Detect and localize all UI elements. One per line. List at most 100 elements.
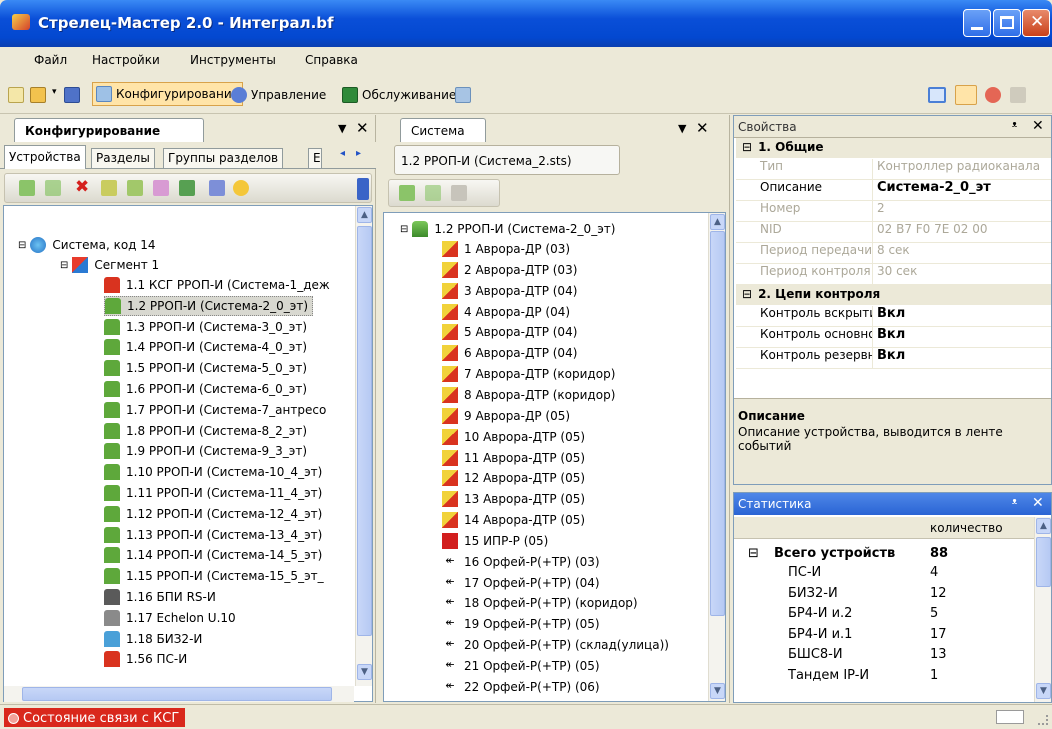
- property-row[interactable]: NID 02 B7 F0 7E 02 00: [736, 222, 1051, 243]
- expander-icon[interactable]: ⊟: [400, 224, 408, 235]
- system-vscroll[interactable]: ▲ ▼: [708, 213, 725, 701]
- sensor-item[interactable]: ↞ 22 Орфей-Р(+ТР) (06): [442, 677, 600, 697]
- add-child-icon[interactable]: [425, 185, 441, 201]
- scroll-thumb[interactable]: [710, 231, 725, 616]
- sensor-item[interactable]: ↞ 19 Орфей-Р(+ТР) (05): [442, 614, 600, 634]
- device-item[interactable]: 1.10 РРОП-И (Система-10_4_эт): [104, 462, 322, 482]
- menu-tools[interactable]: Инструменты: [190, 53, 276, 67]
- tab-devices[interactable]: Устройства: [4, 145, 86, 169]
- sensor-item[interactable]: 3 Аврора-ДТР (04): [442, 281, 577, 301]
- device-item[interactable]: 1.9 РРОП-И (Система-9_3_эт): [104, 441, 307, 461]
- scroll-down-button[interactable]: ▼: [1036, 683, 1051, 699]
- device-item[interactable]: 1.15 РРОП-И (Система-15_5_эт_: [104, 566, 324, 586]
- tree-segment[interactable]: ⊟ Сегмент 1: [60, 255, 159, 275]
- device-item[interactable]: 1.3 РРОП-И (Система-3_0_эт): [104, 317, 307, 337]
- sensor-item[interactable]: 7 Аврора-ДТР (коридор): [442, 364, 615, 384]
- device-item[interactable]: 1.8 РРОП-И (Система-8_2_эт): [104, 421, 307, 441]
- tab-system[interactable]: Система: [400, 118, 486, 142]
- collapse-icon[interactable]: ⊟: [742, 287, 752, 301]
- toolbar-overflow[interactable]: [357, 178, 369, 200]
- sensor-item[interactable]: 8 Аврора-ДТР (коридор): [442, 385, 615, 405]
- sensor-item[interactable]: 4 Аврора-ДР (04): [442, 302, 570, 322]
- scroll-thumb[interactable]: [1036, 537, 1051, 587]
- service-button[interactable]: Обслуживание: [339, 83, 459, 107]
- settings-icon[interactable]: [127, 180, 143, 196]
- scroll-down-button[interactable]: ▼: [357, 664, 372, 680]
- property-row[interactable]: Контроль вскрыти Вкл: [736, 306, 1051, 327]
- chevron-down-icon[interactable]: ▼: [678, 122, 686, 135]
- close-icon[interactable]: ✕: [1032, 495, 1044, 511]
- tab-section-groups[interactable]: Группы разделов: [163, 148, 284, 168]
- transfer-icon[interactable]: [179, 180, 195, 196]
- sensor-item[interactable]: 5 Аврора-ДТР (04): [442, 322, 577, 342]
- save-icon[interactable]: [64, 87, 80, 103]
- sound-off-icon[interactable]: [985, 87, 1001, 103]
- pin-icon[interactable]: ᵜ: [1012, 495, 1017, 511]
- device-item[interactable]: 1.1 КСГ РРОП-И (Система-1_деж: [104, 275, 330, 295]
- resize-grip-icon[interactable]: [1038, 715, 1048, 725]
- connect-icon[interactable]: [101, 180, 117, 196]
- sun-icon[interactable]: [233, 180, 249, 196]
- sensor-item[interactable]: ↞ 17 Орфей-Р(+ТР) (04): [442, 573, 600, 593]
- tab-scroll-left-icon[interactable]: ◂: [340, 148, 345, 159]
- sensor-item[interactable]: 6 Аврора-ДТР (04): [442, 343, 577, 363]
- sensor-item[interactable]: 9 Аврора-ДР (05): [442, 406, 570, 426]
- configure-button[interactable]: Конфигурирование: [92, 82, 243, 106]
- category-general[interactable]: ⊟ 1. Общие: [736, 138, 1051, 158]
- category-control-circuits[interactable]: ⊟ 2. Цепи контроля: [736, 285, 1051, 305]
- layout-single-icon[interactable]: [928, 87, 946, 103]
- tab-config[interactable]: Конфигурирование: [14, 118, 204, 142]
- delete-icon[interactable]: ✖: [75, 177, 89, 197]
- sensor-item[interactable]: 10 Аврора-ДТР (05): [442, 427, 585, 447]
- chevron-down-icon[interactable]: ▾: [52, 87, 57, 97]
- device-item[interactable]: 1.18 БИЗ2-И: [104, 629, 202, 649]
- chevron-down-icon[interactable]: ▼: [338, 122, 346, 135]
- scroll-up-button[interactable]: ▲: [1036, 518, 1051, 534]
- sensor-item[interactable]: 1 Аврора-ДР (03): [442, 239, 570, 259]
- stats-vscroll[interactable]: ▲ ▼: [1034, 517, 1051, 702]
- minimize-button[interactable]: [963, 9, 991, 37]
- control-button[interactable]: Управление: [228, 83, 329, 107]
- sensor-item[interactable]: 11 Аврора-ДТР (05): [442, 448, 585, 468]
- system-subtab[interactable]: 1.2 РРОП-И (Система_2.sts): [394, 145, 620, 175]
- close-icon[interactable]: ✕: [356, 119, 369, 137]
- property-row[interactable]: Описание Система-2_0_эт: [736, 180, 1051, 201]
- sensor-item[interactable]: 13 Аврора-ДТР (05): [442, 489, 585, 509]
- device-item[interactable]: 1.16 БПИ RS-И: [104, 587, 216, 607]
- tab-more[interactable]: Е: [308, 148, 322, 168]
- add-device-icon[interactable]: [399, 185, 415, 201]
- extra-icon[interactable]: [455, 87, 471, 103]
- expander-icon[interactable]: ⊟: [60, 260, 68, 271]
- sensor-item[interactable]: 2 Аврора-ДТР (03): [442, 260, 577, 280]
- property-row[interactable]: Контроль резервн Вкл: [736, 348, 1051, 369]
- expander-icon[interactable]: ⊟: [18, 240, 26, 251]
- menu-help[interactable]: Справка: [305, 53, 358, 67]
- sensor-item[interactable]: ↞ 20 Орфей-Р(+ТР) (склад(улица)): [442, 635, 669, 655]
- device-item[interactable]: 1.13 РРОП-И (Система-13_4_эт): [104, 525, 322, 545]
- pin-icon[interactable]: ᵜ: [1012, 118, 1017, 134]
- new-icon[interactable]: [8, 87, 24, 103]
- layout-split-icon[interactable]: [955, 85, 977, 105]
- tab-sections[interactable]: Разделы: [91, 148, 155, 168]
- add-device-icon[interactable]: [19, 180, 35, 196]
- menu-settings[interactable]: Настройки: [92, 53, 160, 67]
- device-item[interactable]: 1.5 РРОП-И (Система-5_0_эт): [104, 358, 307, 378]
- close-icon[interactable]: ✕: [696, 119, 709, 137]
- device-item[interactable]: 1.17 Echelon U.10: [104, 608, 236, 628]
- device-item[interactable]: 1.6 РРОП-И (Система-6_0_эт): [104, 379, 307, 399]
- device-item[interactable]: 1.11 РРОП-И (Система-11_4_эт): [104, 483, 322, 503]
- sensor-item[interactable]: ↞ 18 Орфей-Р(+ТР) (коридор): [442, 593, 638, 613]
- menu-file[interactable]: Файл: [34, 53, 67, 67]
- sensor-item[interactable]: ↞ 21 Орфей-Р(+ТР) (05): [442, 656, 600, 676]
- wand-icon[interactable]: [209, 180, 225, 196]
- device-item[interactable]: 1.12 РРОП-И (Система-12_4_эт): [104, 504, 322, 524]
- sensor-item[interactable]: 14 Аврора-ДТР (05): [442, 510, 585, 530]
- device-item[interactable]: 1.14 РРОП-И (Система-14_5_эт): [104, 545, 322, 565]
- sensor-item[interactable]: ↞ 16 Орфей-Р(+ТР) (03): [442, 552, 600, 572]
- scroll-up-button[interactable]: ▲: [357, 207, 372, 223]
- tree-hscroll[interactable]: [4, 686, 354, 702]
- property-row[interactable]: Период передачи и 8 сек: [736, 243, 1051, 264]
- property-row[interactable]: Тип Контроллер радиоканала: [736, 159, 1051, 180]
- property-row[interactable]: Номер 2: [736, 201, 1051, 222]
- tree-vscroll[interactable]: ▲ ▼: [355, 206, 372, 686]
